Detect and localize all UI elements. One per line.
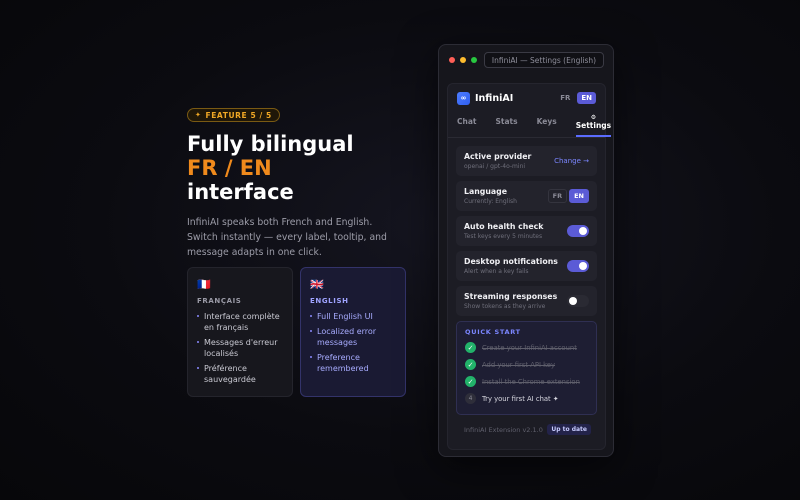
headline-accent: FR / EN <box>187 156 272 180</box>
uk-flag-icon: 🇬🇧 <box>310 278 324 291</box>
quick-start-title: QUICK START <box>465 328 521 336</box>
sparkle-icon: ✦ <box>195 111 202 119</box>
list-item: Messages d'erreur localisés <box>197 337 283 359</box>
headline-line3: interface <box>187 180 294 204</box>
quick-start-step[interactable]: ✓ Install the Chrome extension <box>465 376 588 387</box>
quick-start-step[interactable]: 4 Try your first AI chat ✦ <box>465 393 588 404</box>
version-label: InfiniAI Extension v2.1.0 <box>464 425 543 434</box>
card-english: 🇬🇧 ENGLISH Full English UI Localized err… <box>300 267 406 397</box>
step-label: Add your first API key <box>482 360 556 369</box>
list-item: Localized error messages <box>310 326 396 348</box>
card-title: ENGLISH <box>310 297 349 305</box>
setting-provider: Active provider openai / gpt-4o-mini Cha… <box>456 146 597 176</box>
quick-start-step[interactable]: ✓ Add your first API key <box>465 359 588 370</box>
status-badge: Up to date <box>547 424 591 435</box>
close-window-button[interactable] <box>449 57 455 63</box>
tab-settings-label: Settings <box>575 121 612 130</box>
toggle-knob <box>579 227 587 235</box>
feature-badge: ✦ FEATURE 5 / 5 <box>187 108 280 122</box>
language-switch: FR EN <box>556 92 596 104</box>
tab-keys[interactable]: Keys <box>537 112 557 137</box>
tab-settings[interactable]: ⚙ Settings <box>575 112 612 137</box>
language-segmented-control: FR EN <box>547 189 589 203</box>
setting-title: Desktop notifications <box>464 257 558 266</box>
setting-title: Language <box>464 187 508 196</box>
toggle-knob <box>579 262 587 270</box>
change-provider-link[interactable]: Change → <box>554 157 589 165</box>
setting-subtitle: Show tokens as they arrive <box>464 303 546 310</box>
list-item: Interface complète en français <box>197 311 283 333</box>
toggle-knob <box>569 297 577 305</box>
list-item: Preference remembered <box>310 352 396 374</box>
quick-start-card: QUICK START ✓ Create your InfiniAI accou… <box>456 321 597 415</box>
list-item: Full English UI <box>310 311 396 322</box>
setting-subtitle: openai / gpt-4o-mini <box>464 163 526 170</box>
minimize-window-button[interactable] <box>460 57 466 63</box>
maximize-window-button[interactable] <box>471 57 477 63</box>
hero-section: ✦ FEATURE 5 / 5 Fully bilingual FR / EN … <box>187 102 417 260</box>
french-flag-icon: 🇫🇷 <box>197 278 211 291</box>
setting-notifications: Desktop notifications Alert when a key f… <box>456 251 597 281</box>
quick-start-step[interactable]: ✓ Create your InfiniAI account <box>465 342 588 353</box>
extension-window: InfiniAI — Settings (English) ∞ InfiniAI… <box>438 44 614 457</box>
infinity-logo-icon: ∞ <box>457 91 470 105</box>
headline-line1: Fully bilingual <box>187 132 354 156</box>
setting-title: Streaming responses <box>464 292 558 301</box>
setting-health-check: Auto health check Test keys every 5 minu… <box>456 216 597 246</box>
lang-fr-button[interactable]: FR <box>556 92 574 104</box>
hero-description: InfiniAI speaks both French and English.… <box>187 217 387 258</box>
check-icon: ✓ <box>465 376 476 387</box>
extension-panel: ∞ InfiniAI FR EN Chat Stats Keys ⚙ Setti… <box>447 83 612 450</box>
feature-badge-label: FEATURE 5 / 5 <box>205 110 272 120</box>
step-label: Create your InfiniAI account <box>482 343 577 352</box>
list-item: Préférence sauvegardée <box>197 363 283 385</box>
tab-bar: Chat Stats Keys ⚙ Settings <box>448 112 612 138</box>
setting-subtitle: Alert when a key fails <box>464 268 529 275</box>
setting-title: Auto health check <box>464 222 544 231</box>
settings-list: Active provider openai / gpt-4o-mini Cha… <box>448 138 605 316</box>
brand-name: InfiniAI <box>475 92 514 104</box>
check-icon: ✓ <box>465 359 476 370</box>
card-title: FRANÇAIS <box>197 297 242 305</box>
panel-footer: InfiniAI Extension v2.1.0 Up to date <box>464 424 591 435</box>
step-label: Try your first AI chat ✦ <box>482 394 559 403</box>
step-label: Install the Chrome extension <box>482 377 580 386</box>
headline: Fully bilingual FR / EN interface <box>187 132 417 204</box>
setting-subtitle: Test keys every 5 minutes <box>464 233 543 240</box>
brand: ∞ InfiniAI <box>457 91 514 105</box>
step-number: 4 <box>465 393 476 404</box>
panel-header: ∞ InfiniAI FR EN <box>448 84 605 112</box>
streaming-toggle[interactable] <box>567 295 589 307</box>
setting-streaming: Streaming responses Show tokens as they … <box>456 286 597 316</box>
card-french: 🇫🇷 FRANÇAIS Interface complète en frança… <box>187 267 293 397</box>
check-icon: ✓ <box>465 342 476 353</box>
address-bar[interactable]: InfiniAI — Settings (English) <box>484 52 604 68</box>
lang-en-button[interactable]: EN <box>577 92 596 104</box>
notifications-toggle[interactable] <box>567 260 589 272</box>
setting-language: Language Currently: English FR EN <box>456 181 597 211</box>
language-cards: 🇫🇷 FRANÇAIS Interface complète en frança… <box>187 267 406 397</box>
tab-chat[interactable]: Chat <box>457 112 477 137</box>
language-en-option[interactable]: EN <box>569 189 589 203</box>
feature-list: Interface complète en français Messages … <box>197 311 283 385</box>
language-fr-option[interactable]: FR <box>547 189 568 203</box>
setting-title: Active provider <box>464 152 532 161</box>
feature-list: Full English UI Localized error messages… <box>310 311 396 374</box>
tab-stats[interactable]: Stats <box>496 112 518 137</box>
title-bar: InfiniAI — Settings (English) <box>439 45 613 75</box>
health-check-toggle[interactable] <box>567 225 589 237</box>
setting-subtitle: Currently: English <box>464 198 517 205</box>
